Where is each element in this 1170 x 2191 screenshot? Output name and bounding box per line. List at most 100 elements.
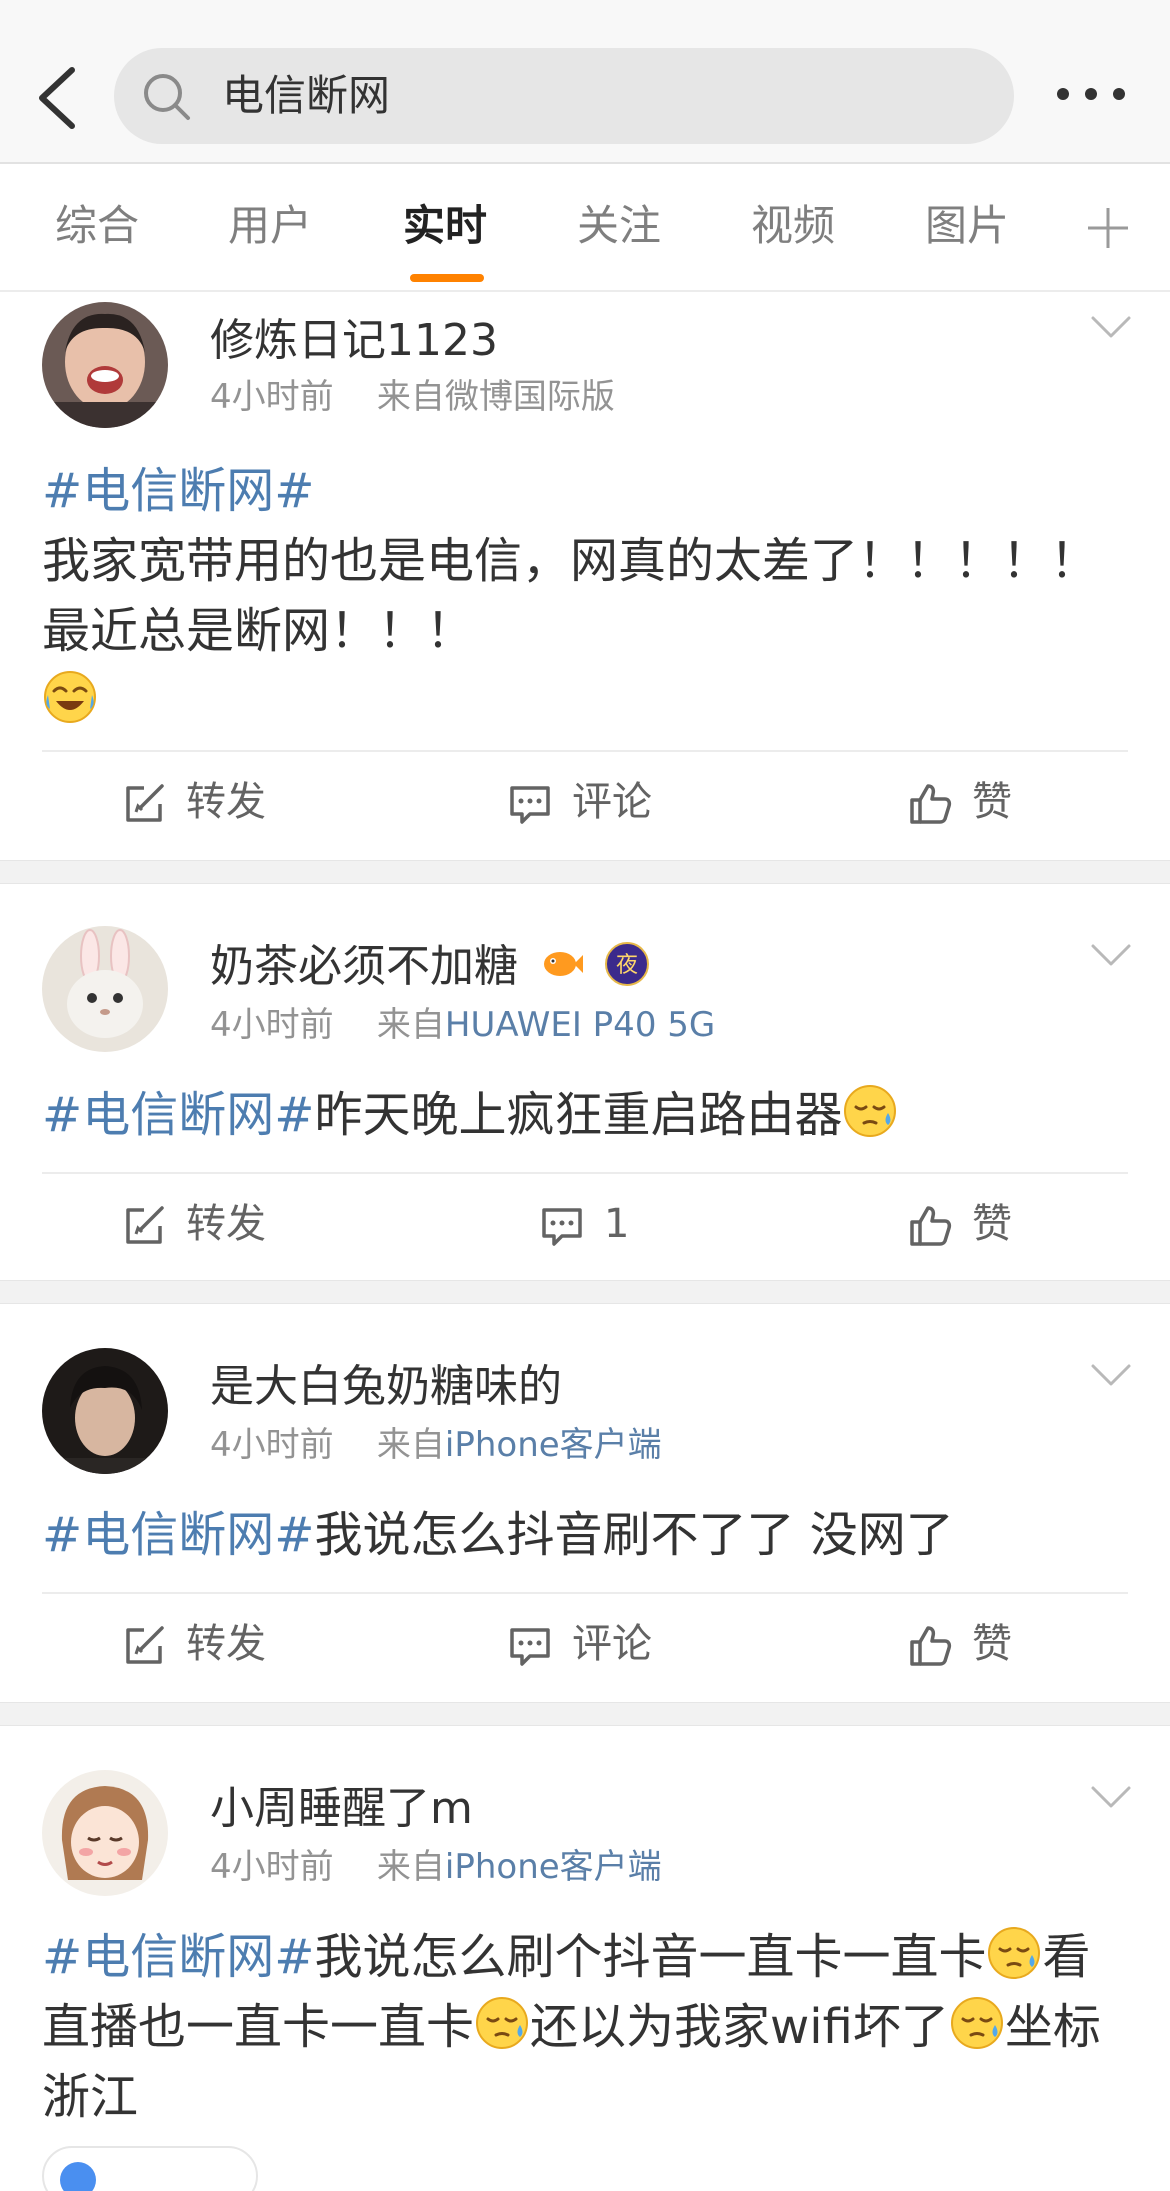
sweat-emoji-icon [986, 1925, 1042, 1981]
repost-button[interactable]: 转发 [122, 1194, 282, 1254]
laugh-cry-emoji-icon [42, 669, 98, 725]
repost-icon [122, 1624, 166, 1668]
tab-video[interactable]: 视频 [751, 200, 835, 252]
post-meta: 4小时前 来自HUAWEI P40 5G [210, 1004, 715, 1046]
post-text: 我家宽带用的也是电信，网真的太差了！！！！！最近总是断网！！！ [42, 533, 1099, 659]
post-text-part: 我说怎么刷个抖音一直卡一直卡 [314, 1929, 987, 1985]
divider [42, 750, 1128, 752]
like-button[interactable]: 赞 [908, 1614, 1028, 1674]
post-source[interactable]: HUAWEI P40 5G [445, 1005, 715, 1045]
more-options-icon[interactable] [1054, 74, 1128, 114]
comment-button[interactable]: 1 [540, 1194, 640, 1254]
post-body: #电信断网# 我家宽带用的也是电信，网真的太差了！！！！！最近总是断网！！！ [42, 456, 1132, 736]
comment-label: 评论 [572, 779, 652, 825]
feed-separator [0, 1702, 1170, 1726]
chevron-down-icon[interactable] [1090, 1784, 1132, 1810]
post-body: #电信断网#我说怎么刷个抖音一直卡一直卡 看直播也一直卡一直卡 还以为我家wifi坏… [42, 1922, 1132, 2132]
post-username[interactable]: 小周睡醒了m [210, 1782, 473, 1836]
chevron-down-icon[interactable] [1090, 1362, 1132, 1388]
night-badge-icon: 夜 [605, 942, 649, 986]
repost-label: 转发 [186, 1201, 266, 1247]
sweat-emoji-icon [949, 1995, 1005, 2051]
feed-separator [0, 860, 1170, 884]
comment-icon [508, 1624, 552, 1668]
add-tab-icon[interactable] [1086, 206, 1130, 250]
post-username[interactable]: 是大白兔奶糖味的 [210, 1360, 562, 1414]
hashtag-link[interactable]: #电信断网# [42, 463, 314, 519]
post-source-prefix: 来自 [376, 1425, 445, 1465]
chevron-down-icon[interactable] [1090, 314, 1132, 340]
repost-button[interactable]: 转发 [122, 772, 282, 832]
avatar[interactable] [42, 1770, 168, 1896]
post-time: 4小时前 [210, 1847, 334, 1887]
post-source[interactable]: iPhone客户端 [445, 1847, 662, 1887]
post-text-part: 还以为我家wifi坏了 [530, 1999, 949, 2055]
comment-label: 评论 [572, 1621, 652, 1667]
tab-images[interactable]: 图片 [925, 200, 1009, 252]
post-source: 微博国际版 [444, 377, 615, 417]
like-label: 赞 [972, 1201, 1012, 1247]
back-icon[interactable] [28, 60, 88, 136]
post-username[interactable]: 奶茶必须不加糖 夜 [210, 940, 650, 994]
search-tabs: 综合 用户 实时 关注 视频 图片 [0, 164, 1170, 292]
post-meta: 4小时前 来自iPhone客户端 [210, 1424, 662, 1466]
post-username[interactable]: 修炼日记1123 [210, 314, 498, 368]
post-body: #电信断网#昨天晚上疯狂重启路由器 [42, 1080, 1132, 1150]
comment-button[interactable]: 评论 [508, 772, 668, 832]
post-source-prefix: 来自 [376, 1005, 445, 1045]
location-chip[interactable] [42, 2146, 258, 2191]
divider [42, 1172, 1128, 1174]
chevron-down-icon[interactable] [1090, 942, 1132, 968]
post-source[interactable]: iPhone客户端 [445, 1425, 662, 1465]
tab-following[interactable]: 关注 [577, 200, 661, 252]
repost-label: 转发 [186, 1621, 266, 1667]
post-time: 4小时前 [210, 377, 334, 417]
feed-post: 奶茶必须不加糖 夜 4小时前 来自HUAWEI P40 5G #电信断网#昨天晚… [0, 884, 1170, 1280]
post-source-prefix: 来自 [376, 1847, 445, 1887]
avatar[interactable] [42, 302, 168, 428]
like-label: 赞 [972, 1621, 1012, 1667]
search-input[interactable]: 电信断网 [114, 48, 1014, 144]
hashtag-link[interactable]: #电信断网# [42, 1507, 314, 1563]
post-meta: 4小时前 来自iPhone客户端 [210, 1846, 662, 1888]
hashtag-link[interactable]: #电信断网# [42, 1087, 314, 1143]
thumbs-up-icon [908, 1204, 952, 1248]
feed-post: 小周睡醒了m 4小时前 来自iPhone客户端 #电信断网#我说怎么刷个抖音一直… [0, 1726, 1170, 2191]
feed-post: 修炼日记1123 4小时前 来自微博国际版 #电信断网# 我家宽带用的也是电信，… [0, 292, 1170, 858]
like-button[interactable]: 赞 [908, 772, 1028, 832]
repost-label: 转发 [186, 779, 266, 825]
post-text: 昨天晚上疯狂重启路由器 [314, 1087, 843, 1143]
repost-button[interactable]: 转发 [122, 1614, 282, 1674]
tab-users[interactable]: 用户 [228, 200, 312, 252]
avatar[interactable] [42, 926, 168, 1052]
comment-count: 1 [604, 1201, 630, 1247]
thumbs-up-icon [908, 1624, 952, 1668]
night-badge-char: 夜 [616, 953, 638, 978]
top-bar: 电信断网 [0, 0, 1170, 164]
post-text: 我说怎么抖音刷不了了 没网了 [314, 1507, 954, 1563]
repost-icon [122, 1204, 166, 1248]
divider [42, 1592, 1128, 1594]
search-icon [140, 70, 194, 124]
sweat-emoji-icon [842, 1083, 898, 1139]
comment-icon [540, 1204, 584, 1248]
post-username-text: 奶茶必须不加糖 [210, 941, 518, 992]
hashtag-link[interactable]: #电信断网# [42, 1929, 314, 1985]
comment-button[interactable]: 评论 [508, 1614, 668, 1674]
post-body: #电信断网#我说怎么抖音刷不了了 没网了 [42, 1500, 1132, 1570]
sweat-emoji-icon [474, 1995, 530, 2051]
thumbs-up-icon [908, 782, 952, 826]
feed-separator [0, 1280, 1170, 1304]
search-query: 电信断网 [222, 71, 391, 120]
tab-realtime[interactable]: 实时 [403, 200, 487, 252]
post-time: 4小时前 [210, 1425, 334, 1465]
avatar[interactable] [42, 1348, 168, 1474]
location-icon [60, 2162, 96, 2191]
feed-post: 是大白兔奶糖味的 4小时前 来自iPhone客户端 #电信断网#我说怎么抖音刷不… [0, 1304, 1170, 1702]
like-button[interactable]: 赞 [908, 1194, 1028, 1254]
repost-icon [122, 782, 166, 826]
fish-badge-icon [544, 952, 583, 976]
comment-icon [508, 782, 552, 826]
tab-comprehensive[interactable]: 综合 [55, 200, 139, 252]
post-meta: 4小时前 来自微博国际版 [210, 376, 615, 418]
